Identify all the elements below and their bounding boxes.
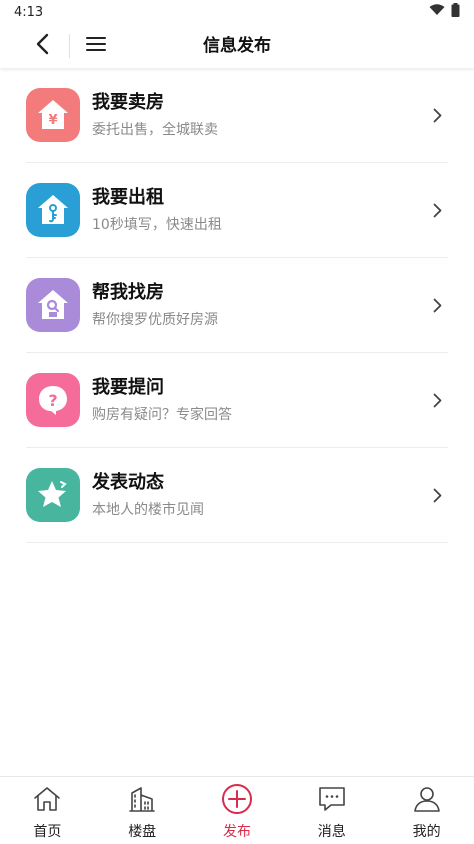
item-subtitle: 委托出售，全城联卖 xyxy=(92,122,218,138)
option-rent-house[interactable]: 我要出租 10秒填写，快速出租 xyxy=(26,163,448,258)
menu-icon xyxy=(86,36,106,56)
item-subtitle: 本地人的楼市见闻 xyxy=(92,502,204,518)
header-bar: 信息发布 xyxy=(0,24,474,68)
user-icon xyxy=(411,783,443,815)
page-title: 信息发布 xyxy=(203,36,271,56)
svg-text:¥: ¥ xyxy=(48,113,57,128)
wifi-icon xyxy=(429,4,445,20)
tab-buildings[interactable]: 楼盘 xyxy=(95,777,190,844)
chevron-right-icon xyxy=(430,390,444,410)
item-subtitle: 帮你搜罗优质好房源 xyxy=(92,312,218,328)
tab-publish[interactable]: 发布 xyxy=(190,777,285,844)
item-title: 我要卖房 xyxy=(92,92,164,113)
question-icon: ? xyxy=(26,373,80,427)
home-icon xyxy=(31,783,63,815)
menu-button[interactable] xyxy=(82,32,110,60)
back-button[interactable] xyxy=(28,32,56,60)
status-bar: 4:13 xyxy=(0,0,474,24)
item-title: 我要出租 xyxy=(92,187,164,208)
item-title: 帮我找房 xyxy=(92,282,164,303)
bottom-tab-bar: 首页 楼盘 发布 消息 我的 xyxy=(0,776,474,844)
svg-text:?: ? xyxy=(48,391,57,410)
item-title: 我要提问 xyxy=(92,377,164,398)
tab-label: 首页 xyxy=(33,824,62,840)
tab-label: 我的 xyxy=(412,824,441,840)
battery-icon xyxy=(451,3,460,21)
item-subtitle: 10秒填写，快速出租 xyxy=(92,217,222,233)
publish-options-list: ¥ 我要卖房 委托出售，全城联卖 我要出租 10秒填写，快速出租 帮我找房 帮你… xyxy=(26,68,448,543)
status-time: 4:13 xyxy=(14,4,44,20)
option-find-house[interactable]: 帮我找房 帮你搜罗优质好房源 xyxy=(26,258,448,353)
tab-profile[interactable]: 我的 xyxy=(379,777,474,844)
tab-messages[interactable]: 消息 xyxy=(284,777,379,844)
option-sell-house[interactable]: ¥ 我要卖房 委托出售，全城联卖 xyxy=(26,68,448,163)
chevron-left-icon xyxy=(35,33,49,59)
tab-label: 消息 xyxy=(317,824,346,840)
item-subtitle: 购房有疑问？专家回答 xyxy=(92,407,232,423)
buildings-icon xyxy=(126,783,158,815)
chevron-right-icon xyxy=(430,485,444,505)
option-post-update[interactable]: 发表动态 本地人的楼市见闻 xyxy=(26,448,448,543)
star-post-icon xyxy=(26,468,80,522)
tab-label: 发布 xyxy=(222,824,251,840)
tab-label: 楼盘 xyxy=(128,824,157,840)
tab-home[interactable]: 首页 xyxy=(0,777,95,844)
rent-house-icon xyxy=(26,183,80,237)
find-house-icon xyxy=(26,278,80,332)
chevron-right-icon xyxy=(430,200,444,220)
chevron-right-icon xyxy=(430,295,444,315)
header-divider xyxy=(69,34,70,58)
item-title: 发表动态 xyxy=(92,472,164,493)
chevron-right-icon xyxy=(430,105,444,125)
option-ask-question[interactable]: ? 我要提问 购房有疑问？专家回答 xyxy=(26,353,448,448)
plus-circle-icon xyxy=(221,783,253,815)
message-icon xyxy=(316,783,348,815)
sell-house-icon: ¥ xyxy=(26,88,80,142)
